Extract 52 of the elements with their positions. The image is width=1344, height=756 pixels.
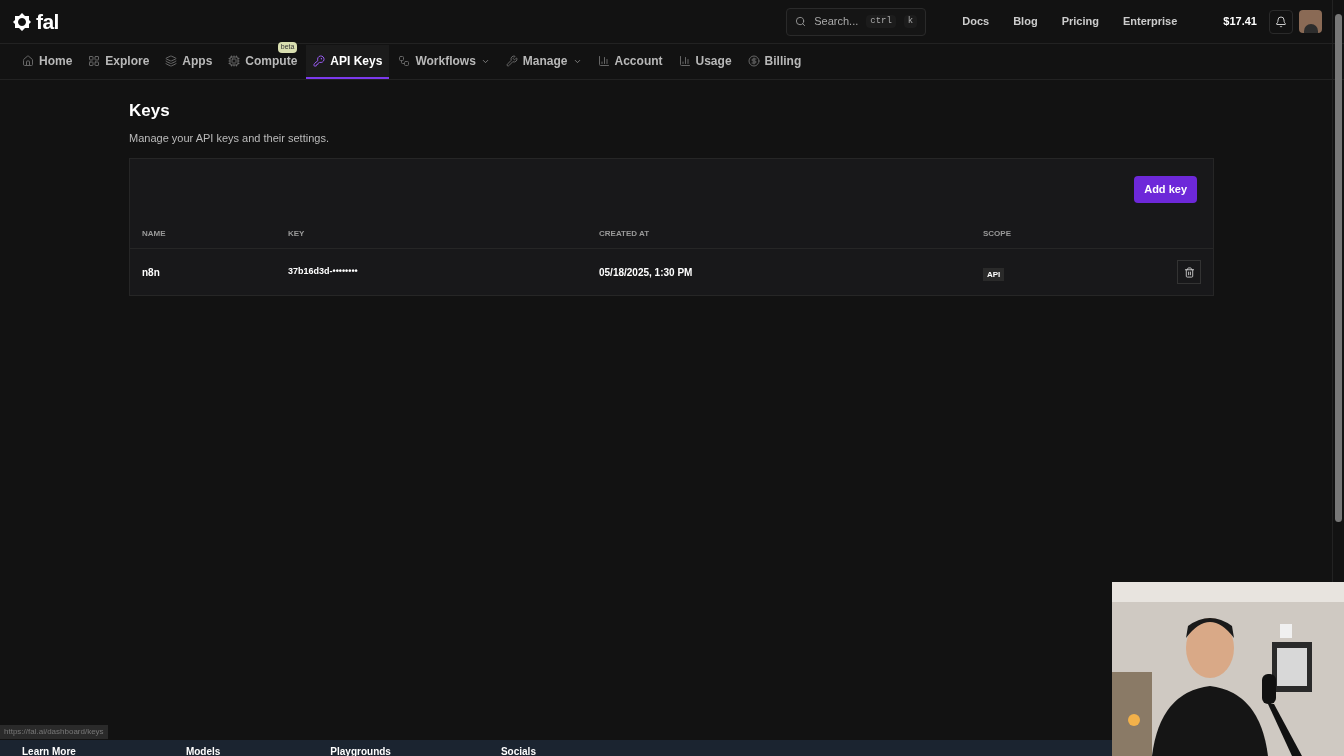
search-icon bbox=[795, 14, 807, 29]
search-field[interactable]: Search... ctrl k bbox=[786, 7, 927, 36]
chart-icon bbox=[678, 55, 691, 67]
logo-icon bbox=[12, 11, 32, 32]
nav-tab[interactable]: Apps bbox=[158, 45, 220, 79]
nav-tab[interactable]: Account bbox=[590, 45, 670, 79]
workflow-icon bbox=[398, 55, 411, 67]
column-header: SCOPE bbox=[983, 227, 1012, 240]
delete-button[interactable] bbox=[1177, 260, 1201, 284]
key-icon bbox=[313, 55, 326, 67]
column-header: NAME bbox=[142, 227, 167, 240]
dollar-icon bbox=[747, 55, 760, 67]
shortcut-key: k bbox=[903, 14, 918, 29]
column-header: CREATED AT bbox=[599, 227, 651, 240]
grid-icon bbox=[88, 55, 101, 67]
header-link[interactable]: Blog bbox=[1013, 13, 1038, 30]
bell-icon bbox=[1275, 15, 1287, 28]
page-subtitle: Manage your API keys and their settings. bbox=[129, 130, 330, 146]
chip-icon bbox=[228, 55, 241, 67]
header-link[interactable]: Docs bbox=[962, 13, 990, 30]
nav-tab[interactable]: Workflows bbox=[391, 45, 497, 79]
footer-link[interactable]: Learn More bbox=[22, 740, 76, 756]
header-link[interactable]: Enterprise bbox=[1122, 13, 1178, 30]
page-title: Keys bbox=[129, 100, 171, 122]
table-cell-text: 05/18/2025, 1:30 PM bbox=[599, 265, 694, 280]
notifications-button[interactable] bbox=[1269, 9, 1293, 34]
trash-icon bbox=[1183, 266, 1195, 278]
search-placeholder: Search... bbox=[814, 14, 859, 30]
nav-tab[interactable]: Billing bbox=[740, 45, 809, 79]
chart-icon bbox=[597, 55, 610, 67]
footer-link[interactable]: Models bbox=[185, 740, 221, 756]
logo-text[interactable]: fal bbox=[36, 5, 59, 38]
scrollbar[interactable] bbox=[1335, 14, 1342, 522]
nav-tab[interactable]: Manage bbox=[498, 45, 589, 79]
header-link[interactable]: Pricing bbox=[1061, 13, 1099, 30]
scope-badge: API bbox=[983, 268, 1005, 281]
nav-tab[interactable]: API Keys bbox=[306, 45, 390, 79]
nav-tab[interactable]: Home bbox=[15, 45, 80, 79]
nav-tab[interactable]: Explore bbox=[81, 45, 157, 79]
nav-tab[interactable]: Usage bbox=[671, 45, 739, 79]
footer-link[interactable]: Socials bbox=[500, 740, 536, 756]
home-icon bbox=[22, 55, 34, 67]
shortcut-key: ctrl bbox=[866, 14, 896, 29]
add-key-button[interactable]: Add key bbox=[1134, 175, 1197, 203]
status-url: https://fal.ai/dashboard/keys bbox=[0, 725, 108, 739]
table-cell-text: n8n bbox=[142, 265, 161, 280]
wrench-icon bbox=[505, 55, 518, 67]
column-header: KEY bbox=[288, 227, 306, 240]
avatar[interactable] bbox=[1299, 10, 1322, 33]
layers-icon bbox=[165, 55, 178, 67]
balance[interactable]: $17.41 bbox=[1223, 13, 1257, 30]
table-cell-text: 37b16d3d-•••••••• bbox=[288, 265, 359, 279]
